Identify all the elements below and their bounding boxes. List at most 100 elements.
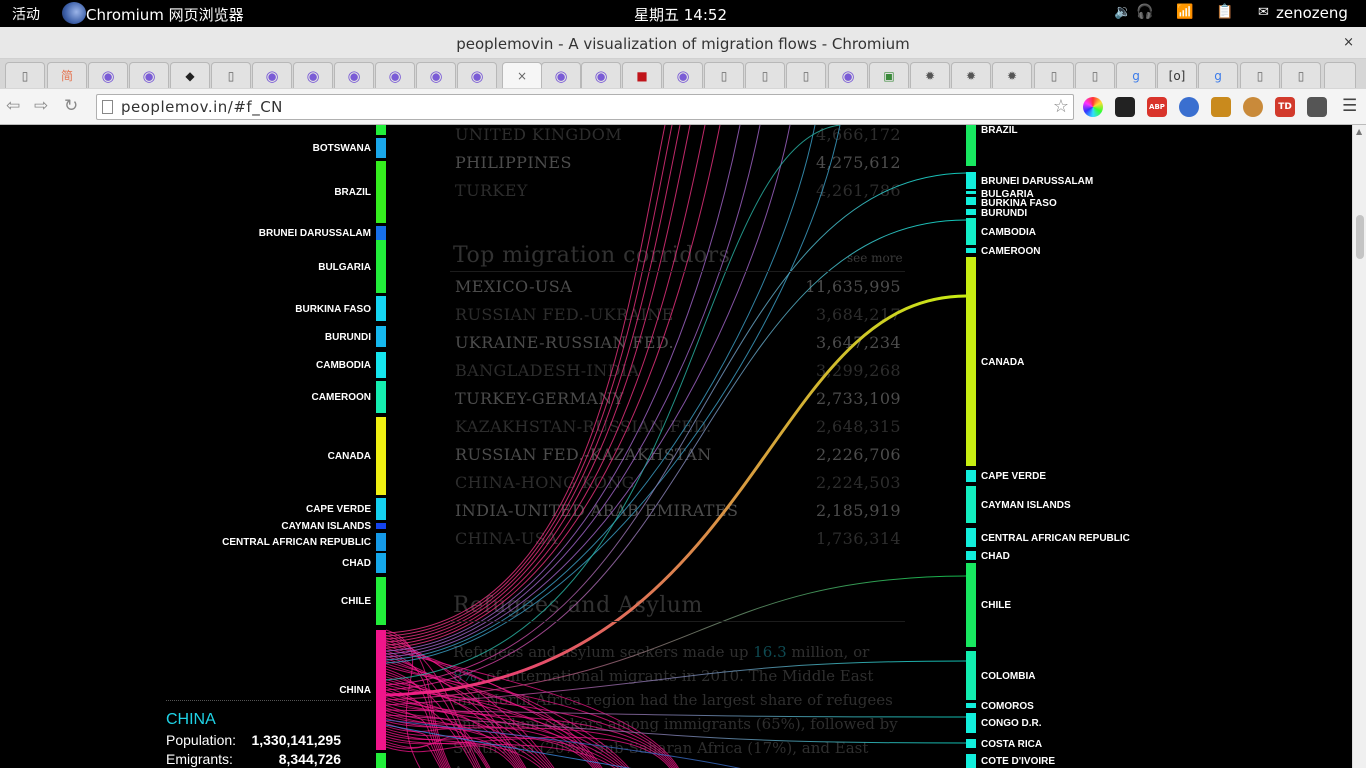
activities-button[interactable]: 活动 bbox=[12, 4, 40, 24]
clipboard-icon[interactable]: 📋 bbox=[1216, 4, 1233, 20]
right-country-bar[interactable] bbox=[966, 257, 976, 466]
left-country-label[interactable]: BULGARIA bbox=[171, 262, 371, 273]
browser-tab[interactable]: ◉ bbox=[252, 62, 292, 88]
browser-tab[interactable]: ▯ bbox=[1034, 62, 1074, 88]
right-country-label[interactable]: CAPE VERDE bbox=[981, 471, 1046, 482]
left-country-bar[interactable] bbox=[376, 498, 386, 520]
right-country-bar[interactable] bbox=[966, 248, 976, 253]
active-tab-close-icon[interactable]: × bbox=[517, 69, 527, 83]
wifi-icon[interactable]: 📶 bbox=[1176, 4, 1193, 20]
browser-tab[interactable]: ✹ bbox=[910, 62, 950, 88]
headphones-icon[interactable]: 🎧 bbox=[1136, 4, 1153, 20]
left-country-bar[interactable] bbox=[376, 125, 386, 135]
browser-tab[interactable]: ◉ bbox=[663, 62, 703, 88]
right-country-bar[interactable] bbox=[966, 486, 976, 523]
browser-tab[interactable]: ▯ bbox=[704, 62, 744, 88]
left-country-bar[interactable] bbox=[376, 523, 386, 529]
right-country-label[interactable]: CAMEROON bbox=[981, 246, 1040, 257]
left-country-label[interactable]: BURKINA FASO bbox=[171, 304, 371, 315]
right-country-label[interactable]: COLOMBIA bbox=[981, 671, 1035, 682]
browser-tab[interactable]: [o] bbox=[1157, 62, 1197, 88]
right-country-bar[interactable] bbox=[966, 713, 976, 733]
back-button[interactable]: ⇦ bbox=[6, 96, 20, 116]
user-menu[interactable]: zenozeng bbox=[1276, 4, 1348, 22]
scroll-up-icon[interactable]: ▲ bbox=[1356, 127, 1362, 136]
browser-tab[interactable]: ▯ bbox=[211, 62, 251, 88]
right-country-label[interactable]: COTE D'IVOIRE bbox=[981, 756, 1055, 767]
adblock-icon[interactable]: ABP bbox=[1147, 97, 1167, 117]
chart-icon[interactable] bbox=[1307, 97, 1327, 117]
left-country-label[interactable]: CAYMAN ISLANDS bbox=[171, 521, 371, 532]
browser-tab[interactable]: ▯ bbox=[1240, 62, 1280, 88]
left-country-bar[interactable] bbox=[376, 381, 386, 413]
left-country-bar[interactable] bbox=[376, 753, 386, 768]
browser-tab[interactable]: ◆ bbox=[170, 62, 210, 88]
left-country-label[interactable]: CHILE bbox=[171, 596, 371, 607]
browser-tab[interactable]: 简 bbox=[47, 62, 87, 88]
right-country-bar[interactable] bbox=[966, 125, 976, 166]
browser-tab[interactable]: ▯ bbox=[745, 62, 785, 88]
browser-tab[interactable]: ◉ bbox=[375, 62, 415, 88]
right-country-bar[interactable] bbox=[966, 197, 976, 205]
browser-tab[interactable]: g bbox=[1198, 62, 1238, 88]
url-text[interactable]: peoplemov.in/#f_CN bbox=[121, 98, 283, 116]
right-country-label[interactable]: COMOROS bbox=[981, 701, 1034, 712]
clock[interactable]: 星期五 14:52 bbox=[634, 4, 727, 25]
menu-icon[interactable]: ☰ bbox=[1342, 96, 1357, 116]
left-country-bar[interactable] bbox=[376, 226, 386, 240]
browser-tab[interactable]: ◉ bbox=[88, 62, 128, 88]
right-country-bar[interactable] bbox=[966, 651, 976, 700]
right-country-label[interactable]: CENTRAL AFRICAN REPUBLIC bbox=[981, 533, 1130, 544]
browser-tab[interactable]: ▯ bbox=[1075, 62, 1115, 88]
new-tab-button[interactable] bbox=[1324, 62, 1356, 88]
right-country-label[interactable]: CHAD bbox=[981, 551, 1010, 562]
browser-tab[interactable]: ✹ bbox=[992, 62, 1032, 88]
right-country-bar[interactable] bbox=[966, 739, 976, 748]
td-icon[interactable]: TD bbox=[1275, 97, 1295, 117]
right-country-bar[interactable] bbox=[966, 703, 976, 708]
volume-icon[interactable]: 🔉 bbox=[1114, 4, 1131, 20]
right-country-bar[interactable] bbox=[966, 563, 976, 647]
reload-button[interactable]: ↻ bbox=[64, 96, 78, 116]
sync-icon[interactable] bbox=[1115, 97, 1135, 117]
browser-tab[interactable]: ◉ bbox=[828, 62, 868, 88]
forward-button[interactable]: ⇨ bbox=[34, 96, 48, 116]
right-country-bar[interactable] bbox=[966, 528, 976, 547]
left-country-bar[interactable] bbox=[376, 138, 386, 158]
left-country-label[interactable]: CAMEROON bbox=[171, 392, 371, 403]
browser-tab[interactable]: ■ bbox=[622, 62, 662, 88]
left-country-label[interactable]: CHINA bbox=[171, 685, 371, 696]
color-wheel-icon[interactable] bbox=[1083, 97, 1103, 117]
right-country-bar[interactable] bbox=[966, 209, 976, 215]
right-country-label[interactable]: CANADA bbox=[981, 357, 1024, 368]
right-country-bar[interactable] bbox=[966, 172, 976, 189]
tools-icon[interactable] bbox=[1211, 97, 1231, 117]
browser-tab[interactable]: ◉ bbox=[581, 62, 621, 88]
left-country-bar[interactable] bbox=[376, 240, 386, 293]
right-country-label[interactable]: CAYMAN ISLANDS bbox=[981, 500, 1071, 511]
right-country-label[interactable]: BRAZIL bbox=[981, 125, 1018, 136]
scrollbar-thumb[interactable] bbox=[1356, 215, 1364, 259]
left-country-label[interactable]: CHAD bbox=[171, 558, 371, 569]
cookie-icon[interactable] bbox=[1243, 97, 1263, 117]
browser-tab[interactable]: ▯ bbox=[5, 62, 45, 88]
left-country-bar[interactable] bbox=[376, 553, 386, 573]
left-country-bar[interactable] bbox=[376, 161, 386, 223]
browser-tab[interactable]: ▯ bbox=[1281, 62, 1321, 88]
left-country-bar[interactable] bbox=[376, 326, 386, 347]
left-country-bar[interactable] bbox=[376, 296, 386, 321]
left-country-bar[interactable] bbox=[376, 352, 386, 378]
browser-tab[interactable]: × bbox=[502, 62, 542, 88]
left-country-bar[interactable] bbox=[376, 577, 386, 625]
window-close-button[interactable]: × bbox=[1343, 35, 1354, 50]
right-country-bar[interactable] bbox=[966, 191, 976, 194]
browser-tab[interactable]: g bbox=[1116, 62, 1156, 88]
right-country-bar[interactable] bbox=[966, 470, 976, 482]
browser-tab[interactable]: ◉ bbox=[416, 62, 456, 88]
right-country-label[interactable]: CONGO D.R. bbox=[981, 718, 1042, 729]
right-country-label[interactable]: BURUNDI bbox=[981, 208, 1027, 219]
left-country-label[interactable]: CENTRAL AFRICAN REPUBLIC bbox=[171, 537, 371, 548]
browser-tab[interactable]: ◉ bbox=[129, 62, 169, 88]
left-country-bar[interactable] bbox=[376, 630, 386, 750]
browser-tab[interactable]: ◉ bbox=[293, 62, 333, 88]
